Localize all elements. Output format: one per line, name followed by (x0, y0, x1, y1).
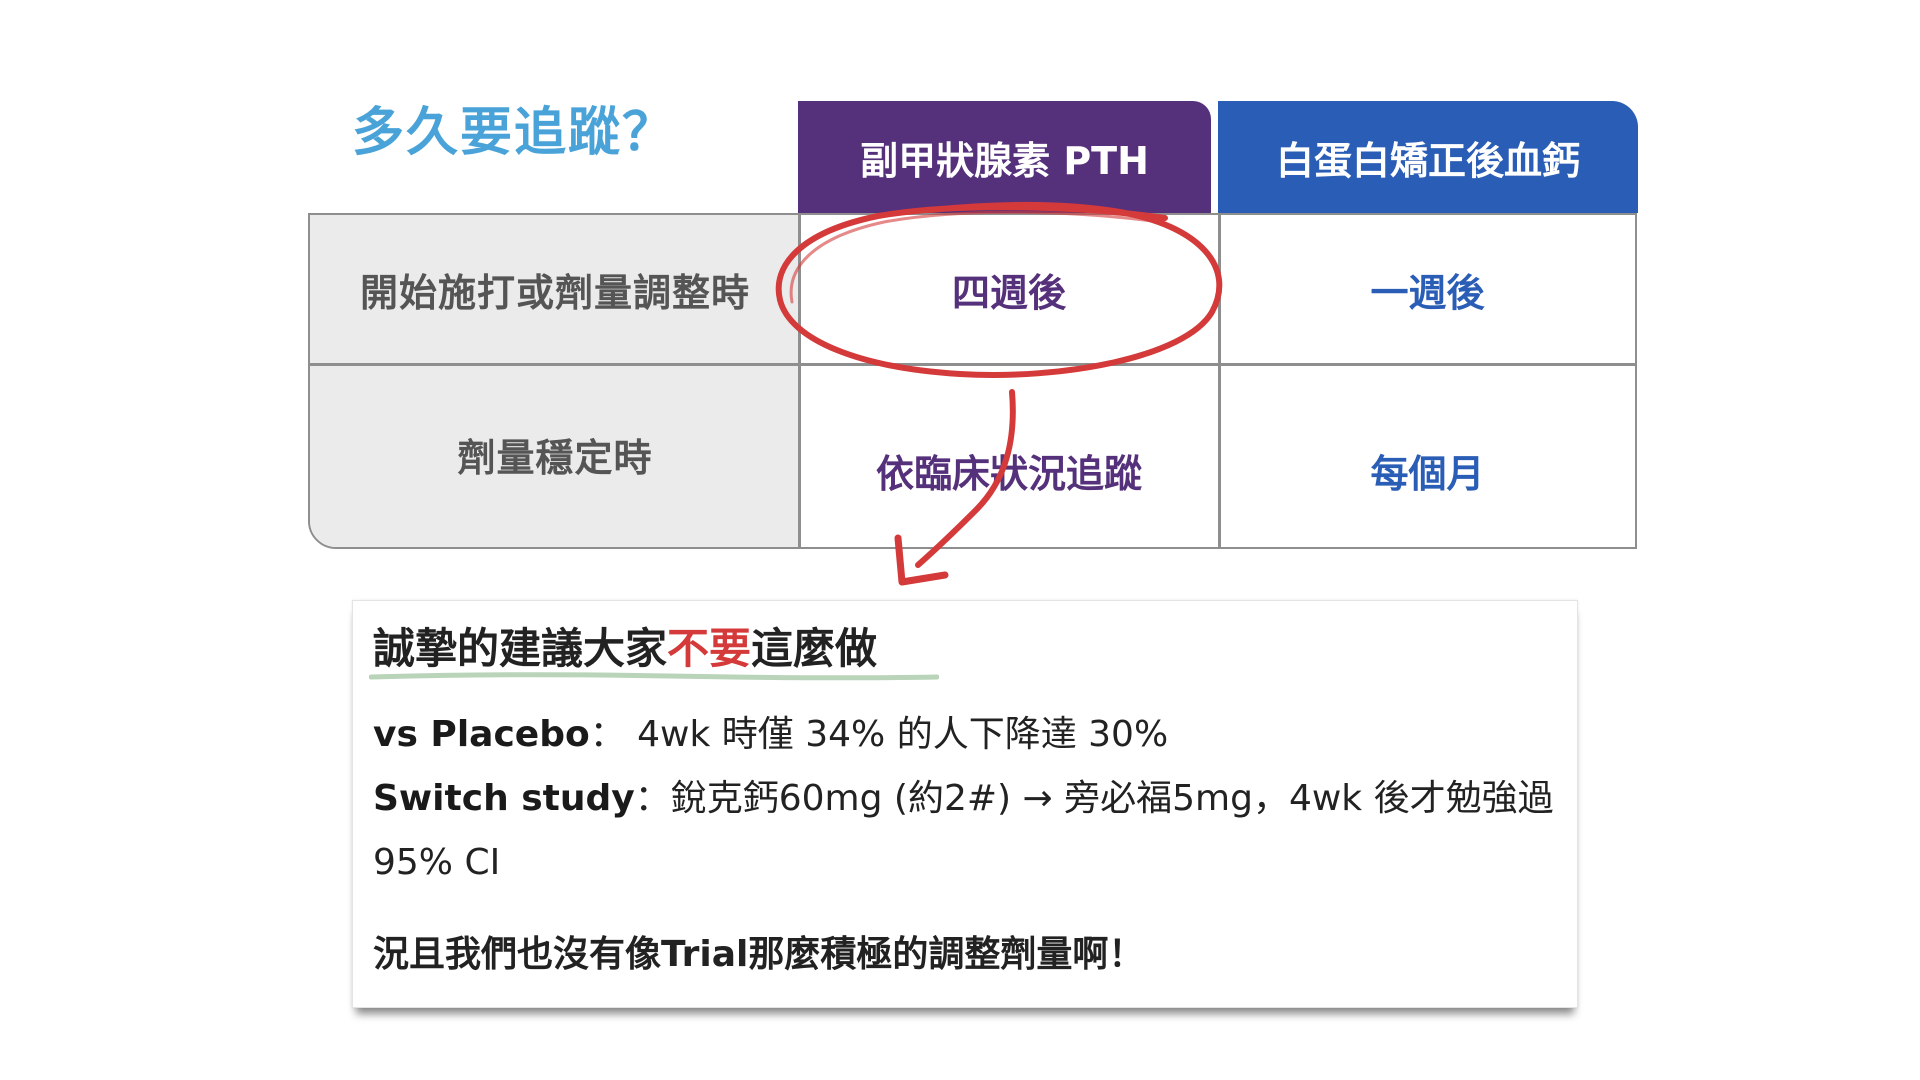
cell-calcium-stable: 每個月 (1370, 451, 1485, 496)
column-header-calcium: 白蛋白矯正後血鈣 (1218, 101, 1638, 213)
column-header-pth: 副甲狀腺素 PTH (798, 101, 1211, 213)
heading-underline-mark (369, 672, 939, 681)
slide: 多久要追蹤？ 副甲狀腺素 PTH 白蛋白矯正後血鈣 開始施打或劑量調整時 四週後… (0, 0, 1920, 1080)
note-line-switch: Switch study：銳克鈣60mg (約2#) → 旁必福5mg，4wk … (373, 775, 1554, 823)
note-line-conclusion: 況且我們也沒有像Trial那麼積極的調整劑量啊！ (373, 934, 1145, 975)
note-card: 誠摯的建議大家不要這麼做 vs Placebo： 4wk 時僅 34% 的人下降… (352, 600, 1578, 1008)
row-label-stable: 劑量穩定時 (457, 435, 653, 480)
row-label-start: 開始施打或劑量調整時 (359, 270, 750, 315)
note-heading-post: 這麼做 (751, 624, 878, 673)
note-line-placebo-text: ： 4wk 時僅 34% 的人下降達 30% (589, 714, 1169, 755)
note-line-placebo: vs Placebo： 4wk 時僅 34% 的人下降達 30% (373, 711, 1168, 759)
note-line-ci: 95% CI (373, 842, 501, 883)
cell-calcium-start: 一週後 (1370, 270, 1485, 315)
cell-pth-start: 四週後 (951, 270, 1066, 315)
page-title: 多久要追蹤？ (352, 103, 677, 163)
note-heading-pre: 誠摯的建議大家 (373, 624, 668, 673)
note-heading-emphasis: 不要 (667, 624, 752, 673)
note-line-switch-text: ：銳克鈣60mg (約2#) → 旁必福5mg，4wk 後才勉強過 (634, 778, 1554, 819)
note-line-placebo-label: vs Placebo (373, 714, 590, 755)
note-line-switch-label: Switch study (373, 778, 635, 819)
note-heading: 誠摯的建議大家不要這麼做 (373, 621, 877, 677)
cell-pth-stable: 依臨床狀況追蹤 (875, 451, 1142, 496)
follow-up-table: 開始施打或劑量調整時 四週後 一週後 劑量穩定時 依臨床狀況追蹤 每個月 (308, 213, 1637, 549)
